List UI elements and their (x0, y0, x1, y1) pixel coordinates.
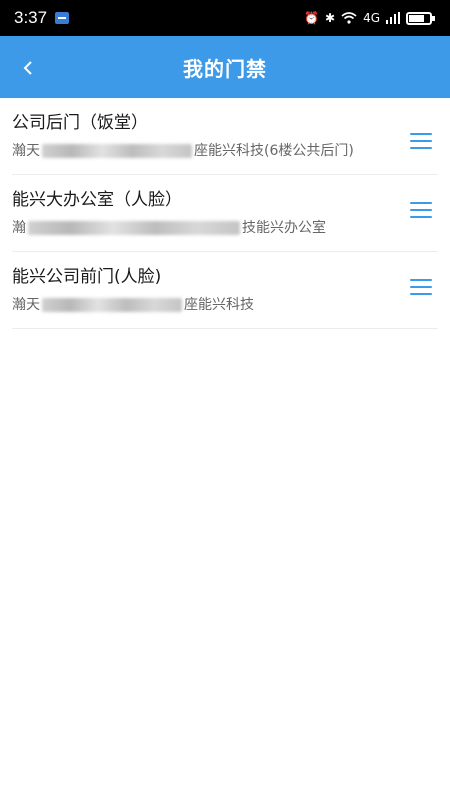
door-address: 瀚 技能兴办公室 (12, 217, 388, 239)
app-header: 我的门禁 (0, 36, 450, 98)
status-bar: 3:37 ⏰ ✱ 4G (0, 0, 450, 36)
door-item[interactable]: 公司后门（饭堂） 瀚天 座能兴科技(6楼公共后门) (12, 98, 438, 175)
signal-icon (386, 11, 400, 25)
address-suffix: 座能兴科技 (184, 297, 254, 313)
battery-icon (406, 11, 435, 25)
network-label: 4G (363, 11, 380, 25)
door-address: 瀚天 座能兴科技(6楼公共后门) (12, 140, 388, 162)
notification-icon (55, 12, 70, 24)
door-item[interactable]: 能兴公司前门(人脸) 瀚天 座能兴科技 (12, 252, 438, 329)
alarm-icon: ⏰ (304, 11, 319, 25)
status-time: 3:37 (14, 8, 48, 27)
menu-icon[interactable] (410, 202, 432, 218)
door-item[interactable]: 能兴大办公室（人脸） 瀚 技能兴办公室 (12, 175, 438, 252)
menu-icon[interactable] (410, 133, 432, 149)
chevron-left-icon (23, 61, 32, 75)
redacted-text (42, 144, 192, 158)
address-prefix: 瀚天 (12, 297, 40, 313)
door-name: 能兴公司前门(人脸) (12, 267, 162, 287)
address-prefix: 瀚天 (12, 143, 40, 159)
menu-icon[interactable] (410, 279, 432, 295)
address-suffix: 座能兴科技(6楼公共后门) (194, 143, 354, 159)
status-left: 3:37 (14, 8, 70, 28)
bluetooth-icon: ✱ (325, 11, 336, 25)
redacted-text (28, 221, 240, 235)
door-address: 瀚天 座能兴科技 (12, 294, 388, 316)
page-title: 我的门禁 (183, 56, 267, 81)
wifi-icon (341, 11, 357, 25)
door-name: 能兴大办公室（人脸） (12, 190, 182, 210)
back-button[interactable] (14, 54, 42, 82)
status-right: ⏰ ✱ 4G (304, 11, 435, 25)
door-name: 公司后门（饭堂） (12, 113, 148, 133)
address-suffix: 技能兴办公室 (242, 220, 326, 236)
address-prefix: 瀚 (12, 220, 26, 236)
door-list: 公司后门（饭堂） 瀚天 座能兴科技(6楼公共后门) 能兴大办公室（人脸） 瀚 技能兴… (0, 98, 450, 329)
redacted-text (42, 298, 182, 312)
